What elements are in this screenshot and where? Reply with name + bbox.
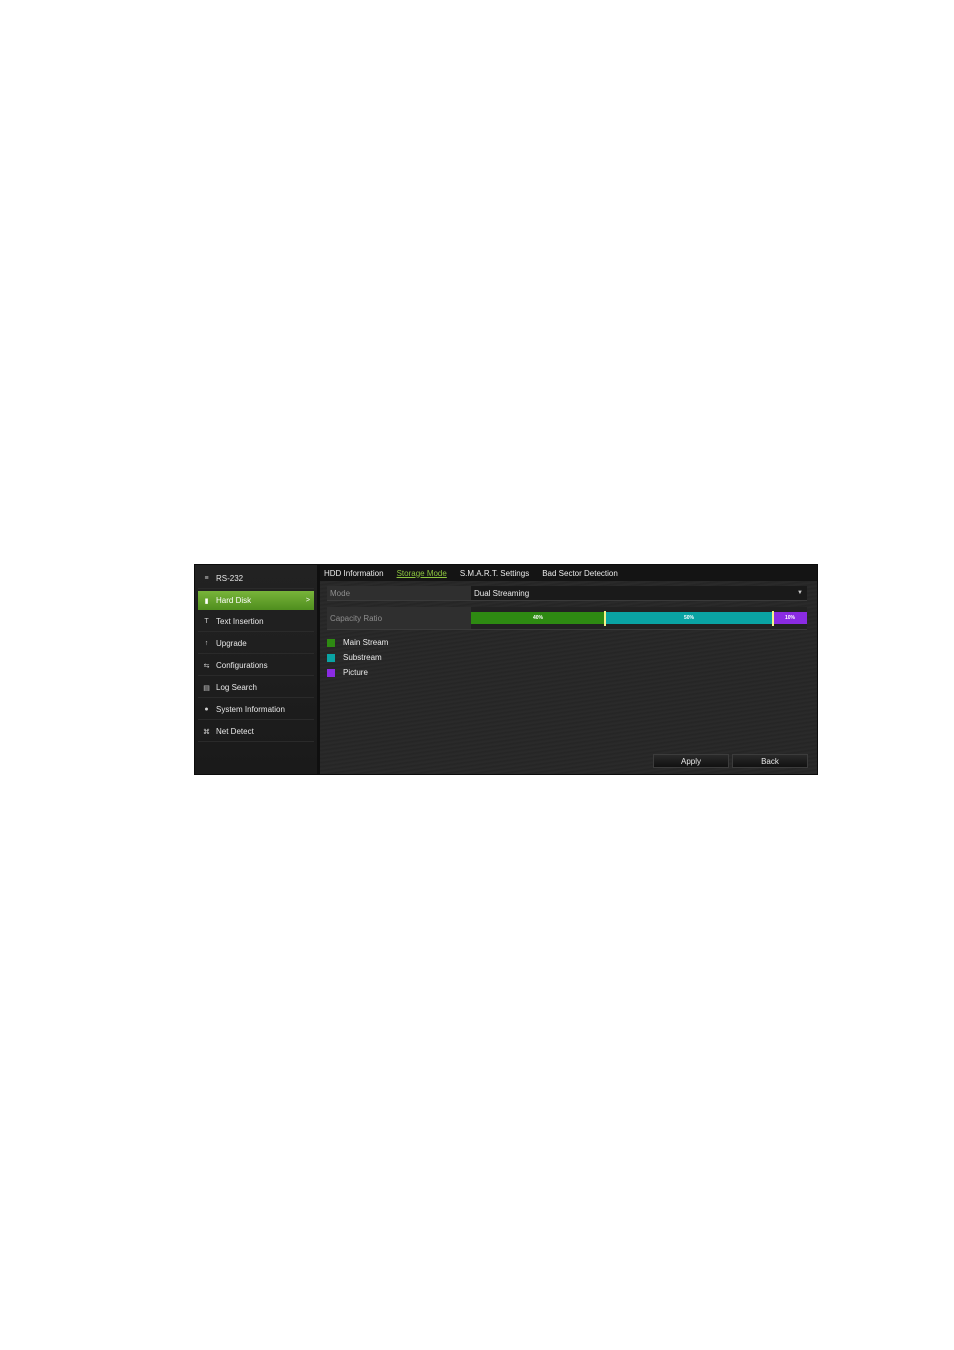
rs232-icon: ≡: [204, 575, 209, 582]
tab-bad-sector-detection[interactable]: Bad Sector Detection: [542, 569, 618, 578]
sidebar-item-configurations[interactable]: ⇆ Configurations: [198, 656, 314, 676]
ratio-segment-substream: 50%: [605, 612, 773, 624]
sidebar-item-net-detect[interactable]: ⌘ Net Detect: [198, 722, 314, 742]
tab-bar: HDD Information Storage Mode S.M.A.R.T. Se…: [320, 565, 817, 581]
legend-swatch: [327, 638, 335, 647]
capacity-ratio-label: Capacity Ratio: [327, 607, 471, 629]
dropdown-arrow-icon[interactable]: ▼: [797, 590, 803, 596]
capacity-ratio-bar[interactable]: 40% 50% 10%: [471, 611, 807, 626]
sidebar-item-upgrade[interactable]: ↑ Upgrade: [198, 634, 314, 654]
ratio-segment-picture: 10%: [773, 612, 807, 624]
mode-row: Mode Dual Streaming ▼: [327, 586, 807, 601]
log-search-icon: ▤: [203, 684, 210, 692]
capacity-ratio-row: Capacity Ratio 40% 50% 10%: [327, 607, 807, 630]
sidebar-item-log-search[interactable]: ▤ Log Search: [198, 678, 314, 698]
system-information-icon: ●: [204, 706, 209, 713]
legend-swatch: [327, 668, 335, 677]
capacity-ratio-value: 40% 50% 10%: [471, 607, 807, 629]
legend-label: Main Stream: [343, 638, 389, 647]
back-button[interactable]: Back: [732, 754, 808, 768]
ratio-drag-handle[interactable]: [604, 611, 606, 626]
sidebar-item-label: System Information: [216, 705, 285, 714]
tab-hdd-information[interactable]: HDD Information: [324, 569, 384, 578]
sidebar-item-label: Hard Disk: [216, 596, 252, 605]
net-detect-icon: ⌘: [203, 728, 210, 736]
legend-label: Picture: [343, 668, 368, 677]
sidebar-item-label: Net Detect: [216, 727, 254, 736]
mode-select-value: Dual Streaming: [474, 588, 530, 598]
chevron-right-icon: >: [305, 597, 310, 604]
capacity-legend: Main Stream Substream Picture: [327, 635, 388, 680]
legend-item: Picture: [327, 665, 388, 680]
apply-button[interactable]: Apply: [653, 754, 729, 768]
tab-storage-mode[interactable]: Storage Mode: [397, 569, 447, 578]
text-insertion-icon: T: [204, 618, 209, 625]
sidebar-item-text-insertion[interactable]: T Text Insertion: [198, 612, 314, 632]
sidebar-item-hard-disk[interactable]: ▮ Hard Disk >: [198, 591, 314, 610]
legend-item: Main Stream: [327, 635, 388, 650]
legend-swatch: [327, 653, 335, 662]
sidebar-item-label: RS-232: [216, 574, 244, 583]
legend-item: Substream: [327, 650, 388, 665]
hard-disk-icon: ▮: [204, 597, 209, 605]
tab-s-m-a-r-t-settings[interactable]: S.M.A.R.T. Settings: [460, 569, 529, 578]
sidebar-item-system-information[interactable]: ● System Information: [198, 700, 314, 720]
upgrade-icon: ↑: [204, 640, 209, 647]
mode-select[interactable]: Dual Streaming ▼: [471, 586, 807, 600]
sidebar-item-label: Upgrade: [216, 639, 247, 648]
main-panel: HDD Information Storage Mode S.M.A.R.T. Se…: [320, 565, 817, 774]
legend-label: Substream: [343, 653, 382, 662]
sidebar-list: ≡ RS-232 ▮ Hard Disk > T Text Insertion ↑ Upgrad…: [195, 565, 317, 742]
sidebar: ≡ RS-232 ▮ Hard Disk > T Text Insertion ↑ Upgrad…: [195, 565, 320, 774]
sidebar-item-label: Log Search: [216, 683, 257, 692]
sidebar-item-label: Configurations: [216, 661, 268, 670]
sidebar-item-rs-232[interactable]: ≡ RS-232: [198, 569, 314, 589]
configurations-icon: ⇆: [203, 662, 210, 670]
ratio-drag-handle[interactable]: [772, 611, 774, 626]
mode-label: Mode: [327, 586, 471, 600]
sidebar-item-label: Text Insertion: [216, 617, 264, 626]
storage-mode-window: ≡ RS-232 ▮ Hard Disk > T Text Insertion ↑ Upgrad…: [194, 564, 818, 775]
ratio-segment-main-stream: 40%: [471, 612, 605, 624]
